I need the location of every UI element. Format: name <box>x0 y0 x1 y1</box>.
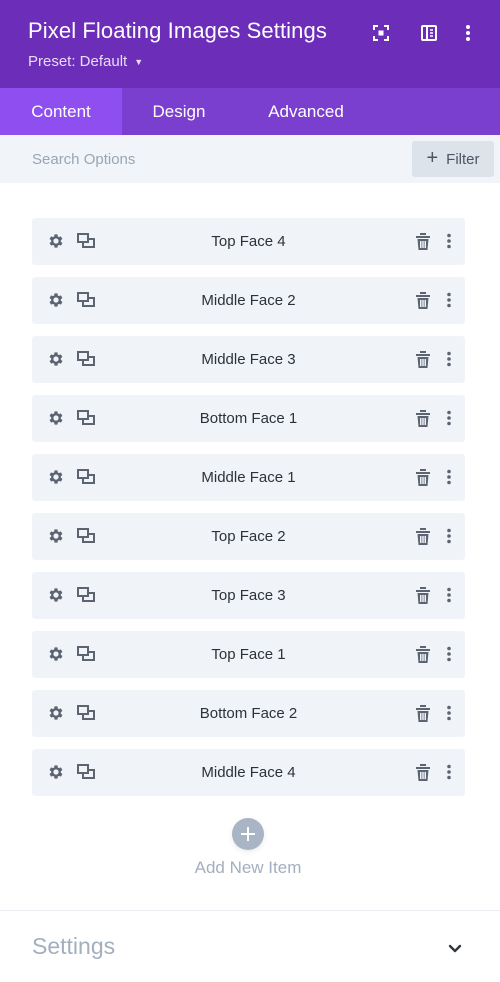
item-label: Top Face 3 <box>211 587 286 604</box>
add-item-button[interactable] <box>232 818 264 850</box>
item-label: Top Face 4 <box>211 233 286 250</box>
settings-section-toggle[interactable]: Settings <box>0 911 500 982</box>
trash-icon[interactable] <box>413 585 433 605</box>
settings-header: Pixel Floating Images Settings Preset: D… <box>0 0 500 88</box>
gear-icon[interactable] <box>46 762 66 782</box>
trash-icon[interactable] <box>413 408 433 428</box>
gear-icon[interactable] <box>46 526 66 546</box>
split-view-icon[interactable] <box>418 22 440 44</box>
tab-advanced[interactable]: Advanced <box>236 88 376 135</box>
gear-icon[interactable] <box>46 467 66 487</box>
more-vertical-icon[interactable] <box>439 349 459 369</box>
filter-label: Filter <box>446 150 480 168</box>
more-vertical-icon[interactable] <box>439 231 459 251</box>
more-vertical-icon[interactable] <box>457 22 479 44</box>
item-list: Top Face 4 Middle Face 2 Middle Face 3 B… <box>32 218 465 808</box>
gear-icon[interactable] <box>46 585 66 605</box>
duplicate-icon[interactable] <box>76 644 96 664</box>
list-item[interactable]: Top Face 1 <box>32 631 465 678</box>
gear-icon[interactable] <box>46 349 66 369</box>
more-vertical-icon[interactable] <box>439 290 459 310</box>
more-vertical-icon[interactable] <box>439 467 459 487</box>
settings-section-title: Settings <box>32 933 116 959</box>
gear-icon[interactable] <box>46 290 66 310</box>
duplicate-icon[interactable] <box>76 349 96 369</box>
list-item[interactable]: Bottom Face 1 <box>32 395 465 442</box>
focus-icon[interactable] <box>370 22 392 44</box>
duplicate-icon[interactable] <box>76 526 96 546</box>
item-label: Middle Face 3 <box>201 351 296 368</box>
list-item[interactable]: Top Face 2 <box>32 513 465 560</box>
duplicate-icon[interactable] <box>76 408 96 428</box>
more-vertical-icon[interactable] <box>439 526 459 546</box>
more-vertical-icon[interactable] <box>439 703 459 723</box>
duplicate-icon[interactable] <box>76 703 96 723</box>
tab-content[interactable]: Content <box>0 88 122 135</box>
trash-icon[interactable] <box>413 703 433 723</box>
list-item[interactable]: Middle Face 4 <box>32 749 465 796</box>
preset-label: Preset: Default <box>28 53 128 70</box>
filter-button[interactable]: + Filter <box>412 141 494 177</box>
item-label: Bottom Face 1 <box>199 410 298 427</box>
list-item[interactable]: Top Face 3 <box>32 572 465 619</box>
more-vertical-icon[interactable] <box>439 762 459 782</box>
duplicate-icon[interactable] <box>76 762 96 782</box>
item-label: Top Face 2 <box>211 528 286 545</box>
more-vertical-icon[interactable] <box>439 644 459 664</box>
chevron-down-icon <box>445 939 465 959</box>
caret-down-icon: ▼ <box>134 56 144 67</box>
duplicate-icon[interactable] <box>76 231 96 251</box>
trash-icon[interactable] <box>413 290 433 310</box>
trash-icon[interactable] <box>413 762 433 782</box>
more-vertical-icon[interactable] <box>439 408 459 428</box>
item-label: Top Face 1 <box>211 646 286 663</box>
item-label: Middle Face 2 <box>201 292 296 309</box>
trash-icon[interactable] <box>413 349 433 369</box>
trash-icon[interactable] <box>413 467 433 487</box>
trash-icon[interactable] <box>413 644 433 664</box>
gear-icon[interactable] <box>46 231 66 251</box>
plus-icon: + <box>426 147 439 169</box>
gear-icon[interactable] <box>46 408 66 428</box>
list-item[interactable]: Middle Face 2 <box>32 277 465 324</box>
list-item[interactable]: Middle Face 1 <box>32 454 465 501</box>
list-item[interactable]: Middle Face 3 <box>32 336 465 383</box>
plus-icon <box>241 827 255 841</box>
item-label: Bottom Face 2 <box>199 705 298 722</box>
trash-icon[interactable] <box>413 231 433 251</box>
add-item-label[interactable]: Add New Item <box>0 858 496 878</box>
trash-icon[interactable] <box>413 526 433 546</box>
duplicate-icon[interactable] <box>76 585 96 605</box>
list-item[interactable]: Top Face 4 <box>32 218 465 265</box>
tab-design[interactable]: Design <box>122 88 236 135</box>
duplicate-icon[interactable] <box>76 467 96 487</box>
tab-bar: Content Design Advanced <box>0 88 500 135</box>
gear-icon[interactable] <box>46 644 66 664</box>
search-input[interactable] <box>18 143 398 175</box>
add-item-area: Add New Item <box>0 818 500 880</box>
item-label: Middle Face 4 <box>201 764 296 781</box>
item-label: Middle Face 1 <box>201 469 296 486</box>
duplicate-icon[interactable] <box>76 290 96 310</box>
preset-dropdown[interactable]: Preset: Default ▼ <box>28 53 143 70</box>
gear-icon[interactable] <box>46 703 66 723</box>
panel-title: Pixel Floating Images Settings <box>28 18 327 43</box>
list-item[interactable]: Bottom Face 2 <box>32 690 465 737</box>
more-vertical-icon[interactable] <box>439 585 459 605</box>
